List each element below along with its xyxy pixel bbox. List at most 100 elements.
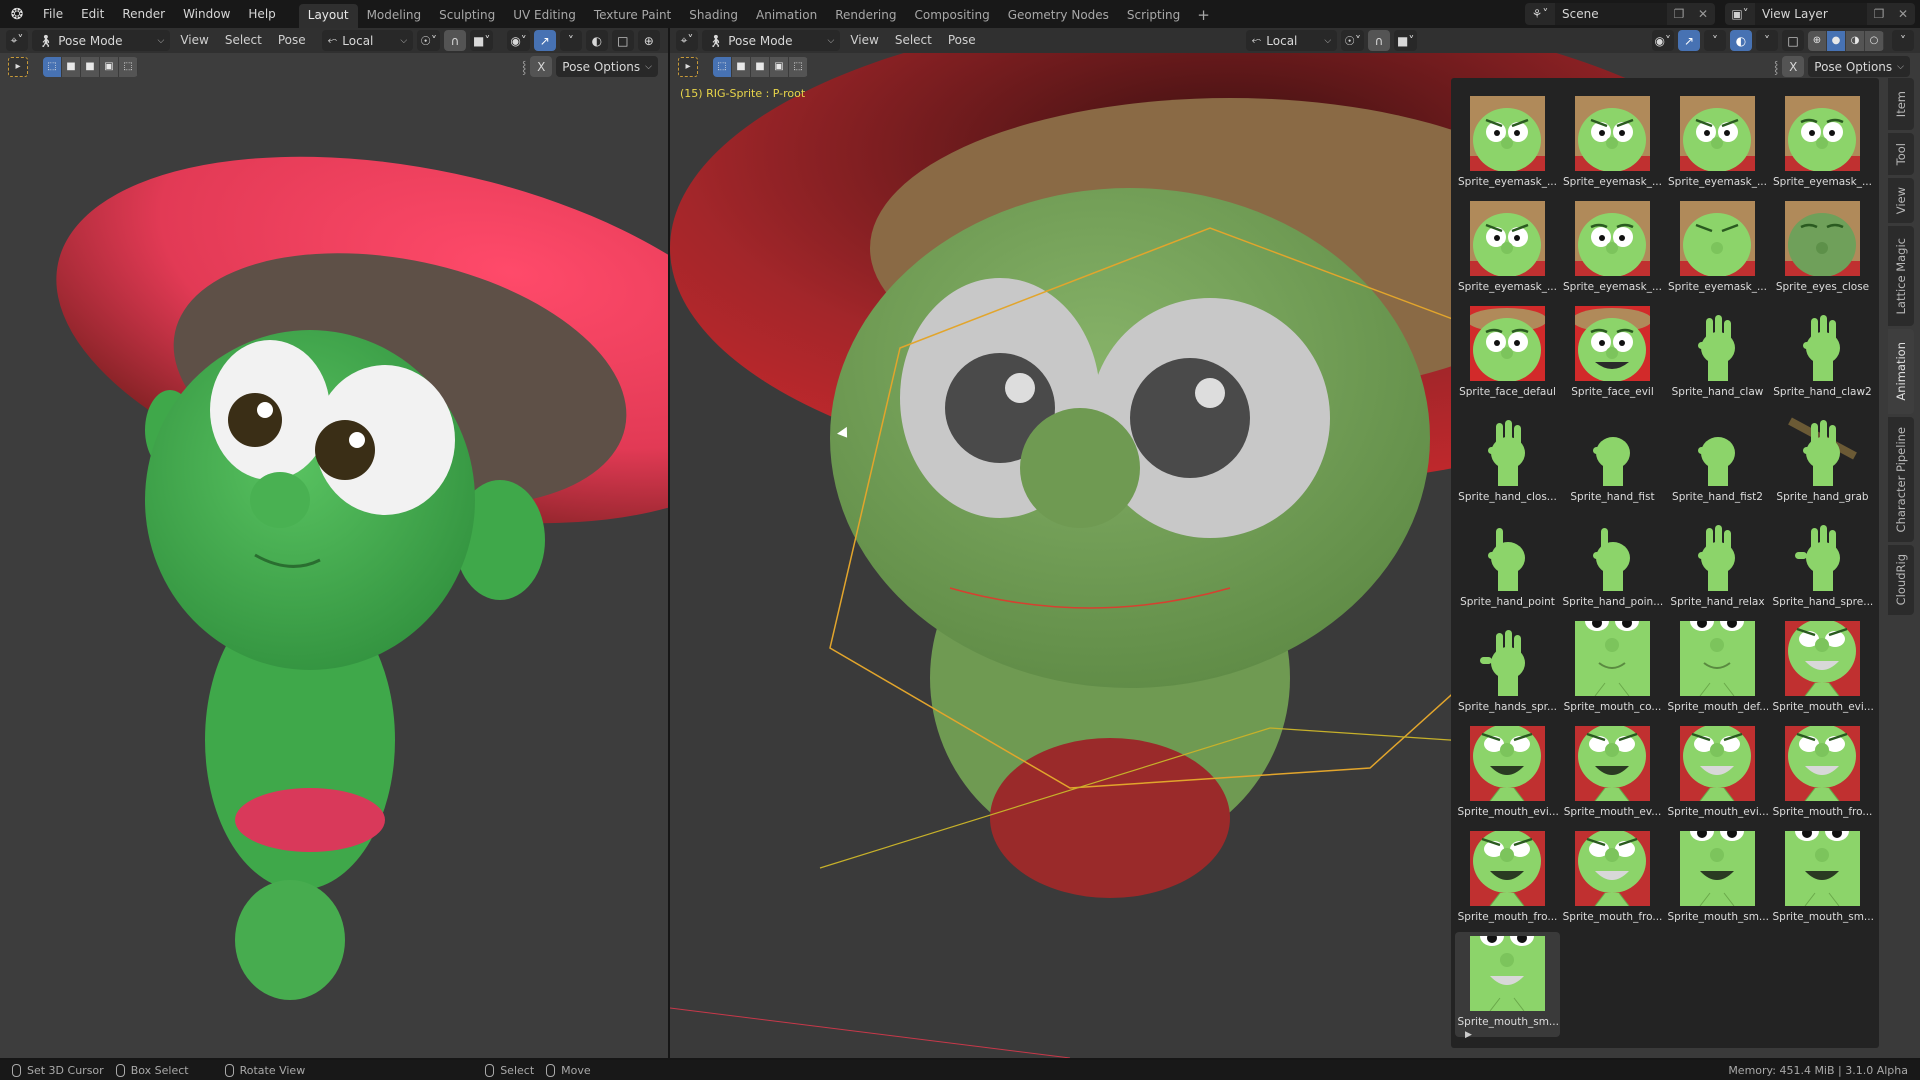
tab-rendering[interactable]: Rendering xyxy=(826,4,905,28)
sidebar-tab-animation[interactable]: Animation xyxy=(1888,329,1914,414)
sidebar-tab-tool[interactable]: Tool xyxy=(1888,133,1914,175)
snap-target-icon[interactable]: ■˅ xyxy=(469,30,494,51)
asset-item[interactable]: Sprite_eyemask_... xyxy=(1665,197,1770,302)
pose-options-dropdown[interactable]: Pose Options ⌵ xyxy=(1808,56,1910,77)
menu-pose[interactable]: Pose xyxy=(942,30,982,51)
asset-item[interactable]: Sprite_eyemask_... xyxy=(1455,197,1560,302)
asset-item[interactable]: Sprite_mouth_evi... xyxy=(1770,617,1875,722)
menu-pose[interactable]: Pose xyxy=(272,30,312,51)
sidebar-tab-item[interactable]: Item xyxy=(1888,78,1914,130)
asset-item[interactable]: Sprite_hand_claw2 xyxy=(1770,302,1875,407)
select-subtract-icon[interactable]: ■ xyxy=(81,56,100,77)
select-new-icon[interactable]: ⬚ xyxy=(713,56,732,77)
menu-window[interactable]: Window xyxy=(174,3,239,25)
visibility-icon[interactable]: ◉˅ xyxy=(1651,30,1674,51)
asset-item[interactable]: Sprite_hand_relax xyxy=(1665,512,1770,617)
scene-name-field[interactable]: Scene xyxy=(1555,3,1667,25)
view-layer-selector[interactable]: ▣˅ View Layer ❐ ✕ xyxy=(1725,3,1915,25)
asset-item[interactable]: Sprite_mouth_fro... xyxy=(1770,722,1875,827)
visibility-icon[interactable]: ◉˅ xyxy=(507,30,530,51)
gizmo-toggle-icon[interactable]: ↗ xyxy=(533,30,556,51)
menu-select[interactable]: Select xyxy=(889,30,938,51)
view-layer-name-field[interactable]: View Layer xyxy=(1755,3,1867,25)
asset-item[interactable]: Sprite_hand_point xyxy=(1455,512,1560,617)
menu-help[interactable]: Help xyxy=(239,3,284,25)
select-extend-icon[interactable]: ■ xyxy=(62,56,81,77)
editor-type-icon[interactable]: ⌖˅ xyxy=(676,30,698,51)
asset-item[interactable]: Sprite_eyemask_... xyxy=(1560,92,1665,197)
tab-texture-paint[interactable]: Texture Paint xyxy=(585,4,680,28)
blender-logo-icon[interactable]: ❂ xyxy=(0,0,34,28)
tab-uv-editing[interactable]: UV Editing xyxy=(504,4,585,28)
asset-item[interactable]: Sprite_face_defaul xyxy=(1455,302,1560,407)
asset-item[interactable]: Sprite_eyemask_... xyxy=(1455,92,1560,197)
snap-target-icon[interactable]: ■˅ xyxy=(1393,30,1418,51)
asset-item[interactable]: Sprite_mouth_co... xyxy=(1560,617,1665,722)
asset-item[interactable]: Sprite_hand_clos... xyxy=(1455,407,1560,512)
asset-item[interactable]: Sprite_hands_spr... xyxy=(1455,617,1560,722)
asset-item[interactable]: Sprite_mouth_def... xyxy=(1665,617,1770,722)
select-subtract-icon[interactable]: ■ xyxy=(751,56,770,77)
menu-select[interactable]: Select xyxy=(219,30,268,51)
gizmo-toggle-icon[interactable]: ↗ xyxy=(1678,30,1700,51)
overlay-dropdown-icon[interactable]: ˅ xyxy=(1756,30,1778,51)
scene-selector[interactable]: ⚘˅ Scene ❐ ✕ xyxy=(1525,3,1715,25)
shading-solid-icon[interactable]: ● xyxy=(1827,30,1846,51)
mode-dropdown[interactable]: 🚶︎ Pose Mode ⌵ xyxy=(702,30,841,51)
tab-compositing[interactable]: Compositing xyxy=(905,4,998,28)
mode-dropdown[interactable]: 🚶︎ Pose Mode ⌵ xyxy=(32,30,171,51)
remove-scene-icon[interactable]: ✕ xyxy=(1691,7,1715,21)
menu-edit[interactable]: Edit xyxy=(72,3,113,25)
editor-type-icon[interactable]: ⌖˅ xyxy=(6,30,28,51)
asset-item[interactable]: Sprite_hand_poin... xyxy=(1560,512,1665,617)
select-tool-icon[interactable]: ▸ xyxy=(8,56,28,77)
new-scene-icon[interactable]: ❐ xyxy=(1667,7,1691,21)
transform-orientation-dropdown[interactable]: ⬿ Local ⌵ xyxy=(321,30,414,51)
asset-item[interactable]: Sprite_mouth_sm... xyxy=(1770,827,1875,932)
asset-item[interactable]: Sprite_hand_spre... xyxy=(1770,512,1875,617)
transform-orientation-dropdown[interactable]: ⬿ Local ⌵ xyxy=(1245,30,1338,51)
shading-options-icon[interactable]: ˅ xyxy=(1892,30,1914,51)
snap-toggle-icon[interactable]: ∩ xyxy=(443,30,466,51)
pivot-point-icon[interactable]: ☉˅ xyxy=(1341,30,1364,51)
remove-view-layer-icon[interactable]: ✕ xyxy=(1891,7,1915,21)
sidebar-tab-character-pipeline[interactable]: Character Pipeline xyxy=(1888,417,1914,542)
asset-item[interactable]: Sprite_eyemask_... xyxy=(1770,92,1875,197)
asset-item[interactable]: Sprite_mouth_sm... xyxy=(1455,932,1560,1037)
select-intersect-icon[interactable]: ⬚ xyxy=(789,56,808,77)
pivot-point-icon[interactable]: ☉˅ xyxy=(417,30,440,51)
gizmo-dropdown-icon[interactable]: ˅ xyxy=(559,30,582,51)
snap-toggle-icon[interactable]: ∩ xyxy=(1367,30,1390,51)
menu-render[interactable]: Render xyxy=(113,3,174,25)
asset-item[interactable]: Sprite_eyemask_... xyxy=(1665,92,1770,197)
expand-arrow-icon[interactable]: ▶ xyxy=(1465,1030,1472,1040)
select-new-icon[interactable]: ⬚ xyxy=(43,56,62,77)
asset-item[interactable]: Sprite_mouth_fro... xyxy=(1455,827,1560,932)
select-invert-icon[interactable]: ▣ xyxy=(770,56,789,77)
shading-wireframe-icon[interactable]: ⊕ xyxy=(1808,30,1827,51)
left-3d-viewport[interactable]: ⌖˅ 🚶︎ Pose Mode ⌵ View Select Pose ⬿ Local ⌵… xyxy=(0,28,668,1058)
asset-item[interactable]: Sprite_face_evil xyxy=(1560,302,1665,407)
select-invert-icon[interactable]: ▣ xyxy=(100,56,119,77)
select-extend-icon[interactable]: ■ xyxy=(732,56,751,77)
x-mirror-button[interactable]: X xyxy=(530,56,553,77)
asset-item[interactable]: Sprite_hand_fist xyxy=(1560,407,1665,512)
xray-toggle-icon[interactable]: □ xyxy=(611,30,634,51)
x-mirror-button[interactable]: X xyxy=(1782,56,1805,77)
asset-item[interactable]: Sprite_mouth_sm... xyxy=(1665,827,1770,932)
overlay-toggle-icon[interactable]: ◐ xyxy=(585,30,608,51)
gizmo-dropdown-icon[interactable]: ˅ xyxy=(1704,30,1726,51)
tab-modeling[interactable]: Modeling xyxy=(358,4,431,28)
menu-file[interactable]: File xyxy=(34,3,72,25)
asset-item[interactable]: Sprite_eyemask_... xyxy=(1560,197,1665,302)
asset-item[interactable]: Sprite_mouth_ev... xyxy=(1560,722,1665,827)
asset-item[interactable]: Sprite_mouth_evi... xyxy=(1665,722,1770,827)
asset-item[interactable]: Sprite_hand_claw xyxy=(1665,302,1770,407)
xray-toggle-icon[interactable]: □ xyxy=(1782,30,1804,51)
tab-scripting[interactable]: Scripting xyxy=(1118,4,1189,28)
sidebar-tab-lattice-magic[interactable]: Lattice Magic xyxy=(1888,226,1914,326)
tab-animation[interactable]: Animation xyxy=(747,4,826,28)
menu-view[interactable]: View xyxy=(844,30,884,51)
shading-rendered-icon[interactable]: ○ xyxy=(1865,30,1884,51)
asset-item[interactable]: Sprite_hand_grab xyxy=(1770,407,1875,512)
